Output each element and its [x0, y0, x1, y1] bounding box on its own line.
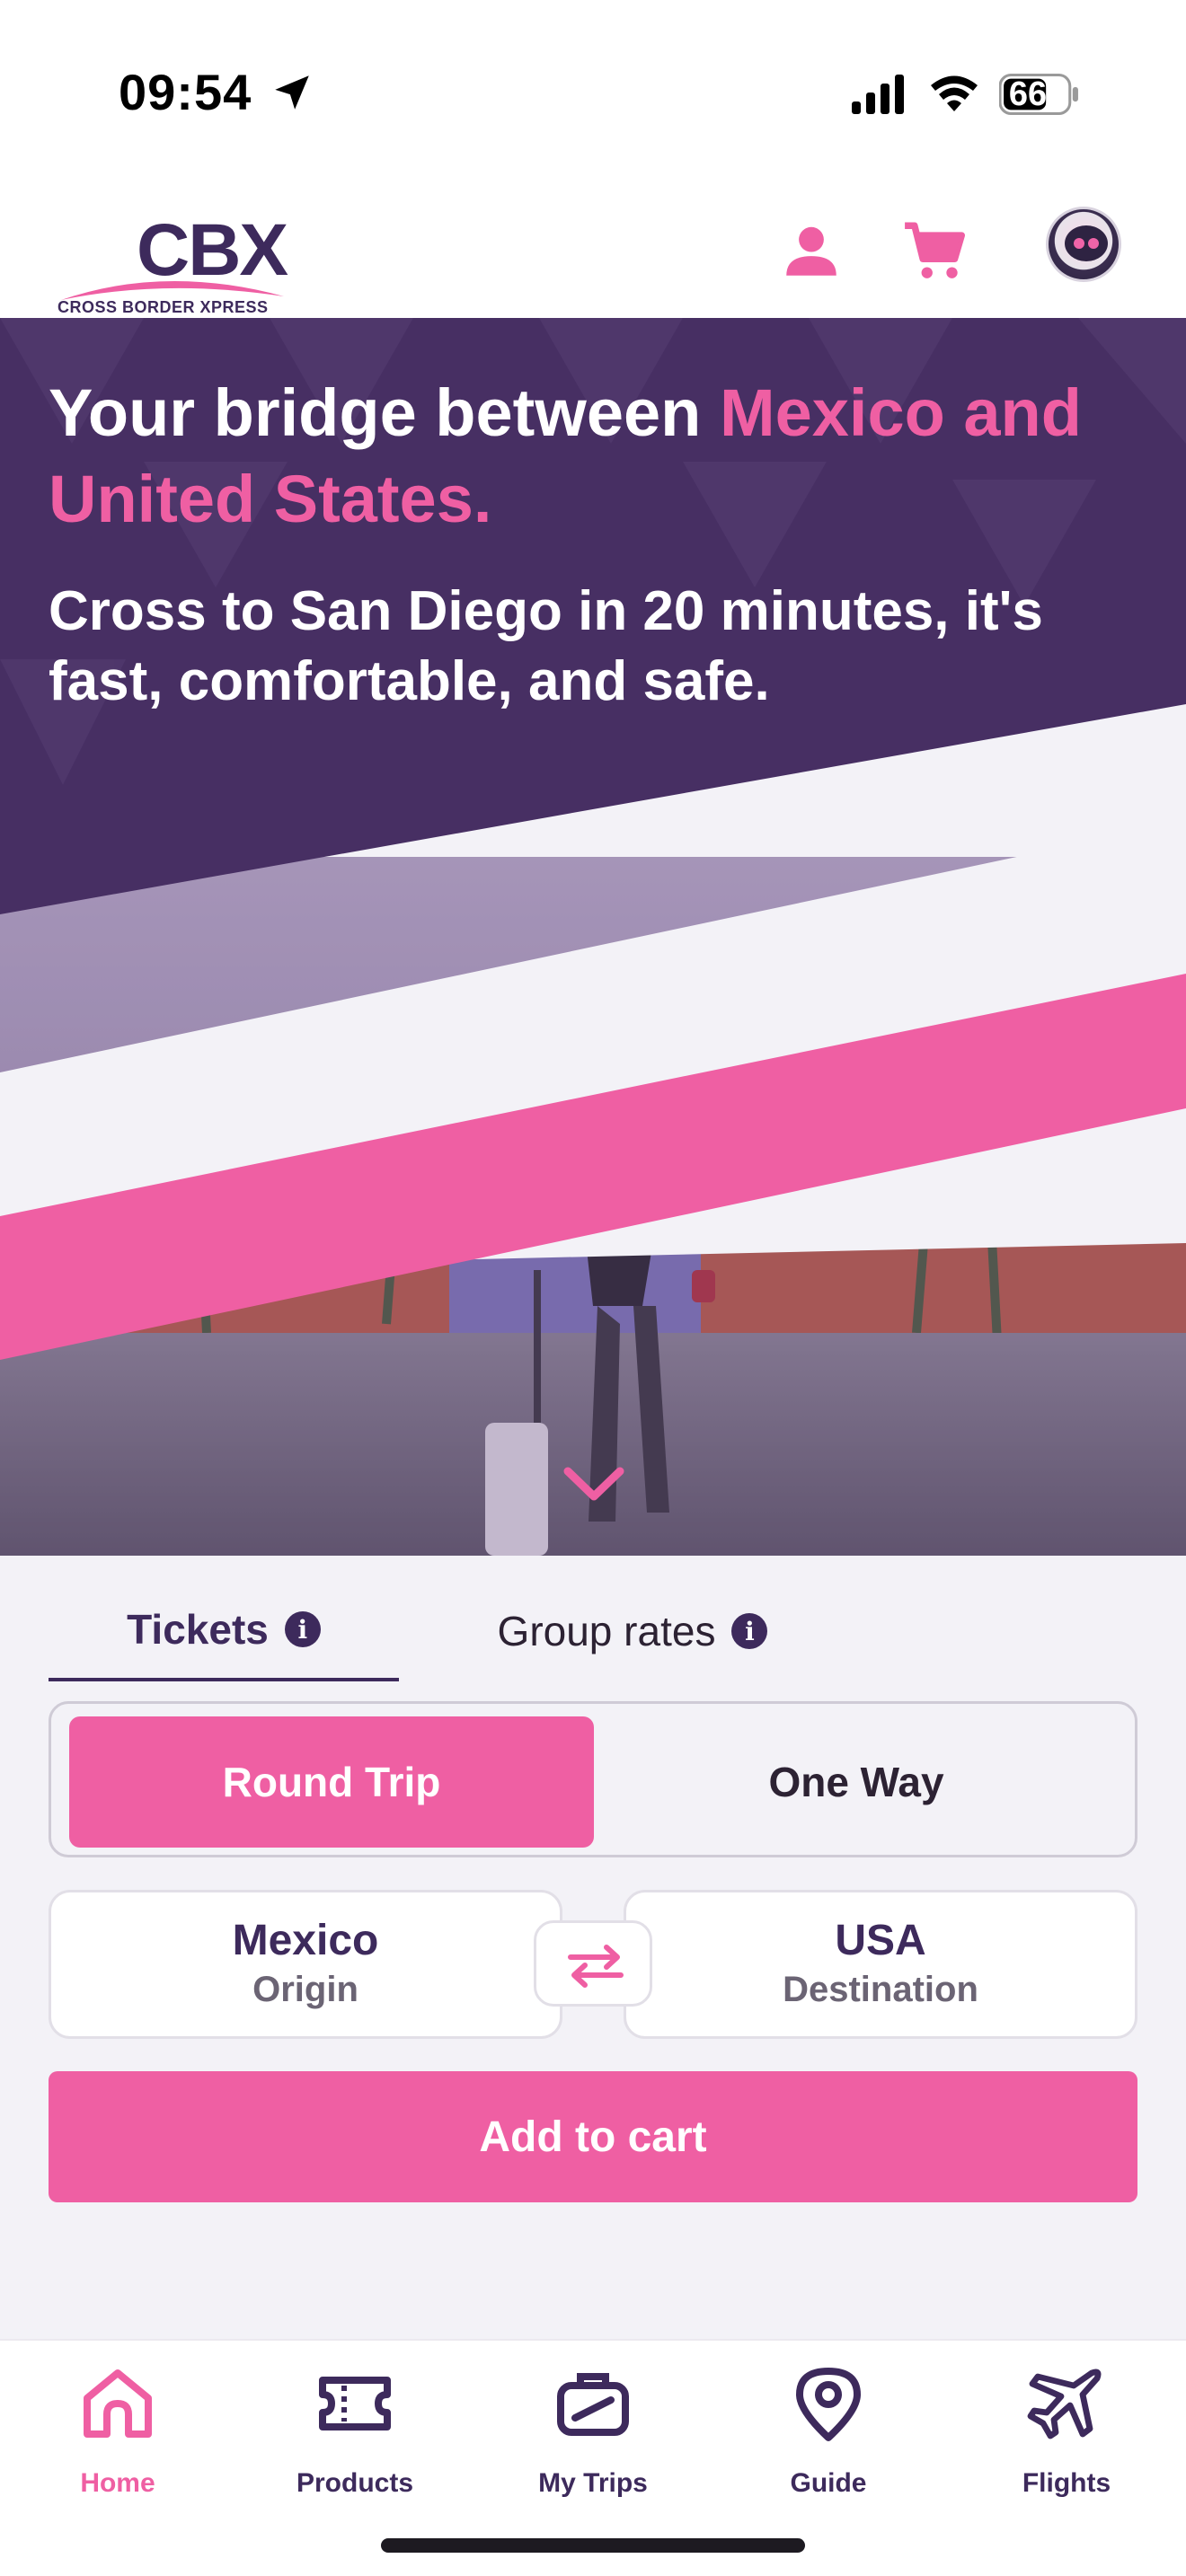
tab-group-rates[interactable]: Group rates i: [444, 1581, 821, 1681]
cart-icon[interactable]: [902, 217, 969, 284]
one-way-button[interactable]: One Way: [594, 1716, 1119, 1848]
nav-products[interactable]: Products: [256, 2359, 454, 2502]
chevron-down-icon[interactable]: [562, 1464, 625, 1505]
status-time: 09:54: [119, 64, 252, 120]
ticket-icon: [319, 2377, 391, 2430]
nav-home[interactable]: Home: [19, 2359, 217, 2502]
add-to-cart-button[interactable]: Add to cart: [49, 2071, 1137, 2202]
user-icon[interactable]: [778, 217, 845, 284]
destination-name: USA: [835, 1917, 926, 1964]
nav-flights-label: Flights: [1022, 2468, 1111, 2498]
swap-locations-button[interactable]: [534, 1920, 652, 2007]
battery-level: 66: [1008, 75, 1048, 113]
nav-guide[interactable]: Guide: [730, 2359, 927, 2502]
wifi-icon: [931, 75, 978, 111]
nav-home-label: Home: [80, 2468, 155, 2498]
destination-label: Destination: [783, 1970, 978, 2009]
hero-banner: Your bridge between Mexico and United St…: [0, 318, 1186, 1556]
location-pin-icon: [796, 2368, 861, 2441]
origin-name: Mexico: [232, 1917, 379, 1964]
nav-my-trips[interactable]: My Trips: [494, 2359, 692, 2502]
info-icon[interactable]: i: [731, 1613, 768, 1649]
plane-icon: [1027, 2369, 1102, 2439]
home-icon: [84, 2369, 152, 2438]
origin-selector[interactable]: Mexico Origin: [49, 1890, 562, 2039]
tab-tickets[interactable]: Tickets i: [49, 1581, 399, 1681]
assistant-face: [1065, 225, 1108, 261]
trip-type-toggle: Round Trip One Way: [49, 1701, 1137, 1857]
logo-subtitle: CROSS BORDER XPRESS: [58, 298, 269, 316]
nav-my-trips-label: My Trips: [538, 2468, 648, 2498]
app-header: CBX CROSS BORDER XPRESS: [0, 180, 1186, 318]
location-arrow-icon: [275, 75, 309, 110]
luggage-icon: [557, 2373, 629, 2436]
logo-text: CBX: [137, 209, 288, 291]
nav-guide-label: Guide: [790, 2468, 867, 2498]
home-indicator[interactable]: [381, 2538, 805, 2553]
info-icon[interactable]: i: [284, 1611, 321, 1647]
assistant-eye: [1074, 238, 1084, 249]
hero-title-text: Your bridge between: [49, 375, 720, 450]
destination-selector[interactable]: USA Destination: [624, 1890, 1137, 2039]
hero-title: Your bridge between Mexico and United St…: [49, 370, 1154, 543]
assistant-avatar[interactable]: [1046, 207, 1121, 282]
booking-tabs: Tickets i Group rates i: [49, 1581, 1137, 1681]
origin-label: Origin: [252, 1970, 358, 2009]
nav-products-label: Products: [296, 2468, 414, 2498]
round-trip-button[interactable]: Round Trip: [69, 1716, 594, 1848]
tab-tickets-label: Tickets: [127, 1606, 269, 1653]
assistant-eye: [1088, 238, 1099, 249]
hero-subtitle: Cross to San Diego in 20 minutes, it's f…: [49, 580, 1043, 712]
tab-group-rates-label: Group rates: [497, 1608, 716, 1654]
nav-flights[interactable]: Flights: [968, 2359, 1165, 2502]
cbx-logo[interactable]: CBX CROSS BORDER XPRESS: [58, 199, 291, 316]
cellular-signal-icon: [852, 75, 904, 114]
status-bar: 09:54 66: [0, 0, 1186, 180]
swap-arrows-icon: [568, 1945, 624, 1988]
